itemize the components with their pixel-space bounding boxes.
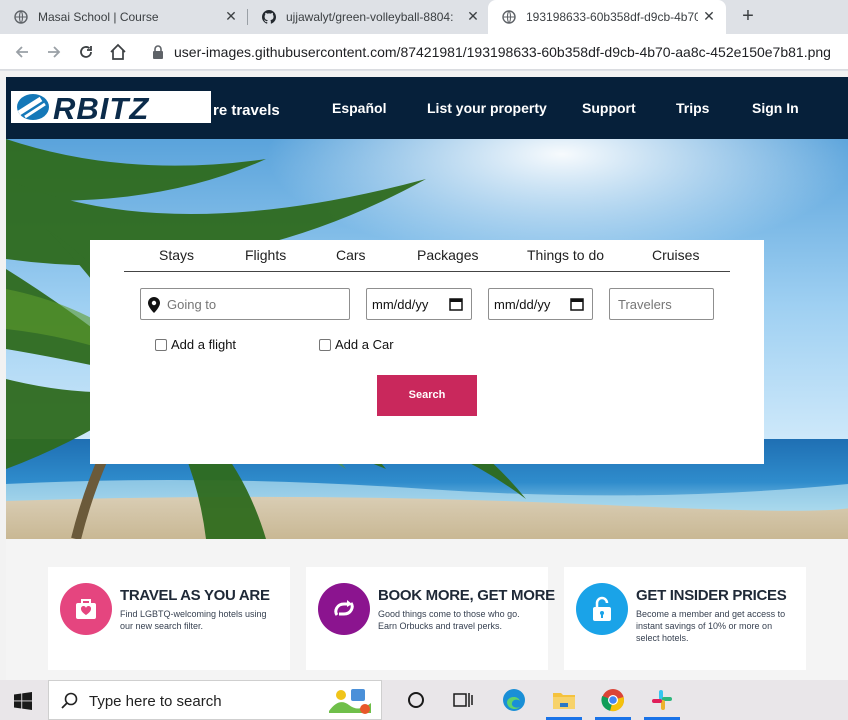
close-tab-icon[interactable]: ✕: [222, 7, 240, 25]
promo-card-insider[interactable]: GET INSIDER PRICES Become a member and g…: [564, 567, 806, 670]
lock-icon[interactable]: [152, 45, 164, 59]
tab-cars[interactable]: Cars: [336, 247, 366, 263]
travelers-placeholder: Travelers: [618, 297, 672, 312]
forward-button[interactable]: [42, 40, 66, 64]
add-car-checkbox[interactable]: Add a Car: [319, 337, 394, 352]
orbitz-logo-graphic: RBITZ: [17, 91, 149, 126]
checkin-date-value: mm/dd/yy: [372, 297, 429, 312]
search-card: Stays Flights Cars Packages Things to do…: [90, 240, 764, 464]
globe-icon: [14, 10, 28, 24]
site-header: RBITZ re travels Español List your prope…: [6, 77, 848, 139]
address-bar[interactable]: user-images.githubusercontent.com/874219…: [142, 39, 848, 65]
tabs-divider: [124, 271, 730, 272]
unlock-icon: [576, 583, 628, 635]
promo-card-travel[interactable]: TRAVEL AS YOU ARE Find LGBTQ-welcoming h…: [48, 567, 290, 670]
taskbar-search-placeholder: Type here to search: [89, 693, 222, 710]
checkbox-box[interactable]: [155, 338, 167, 351]
globe-icon: [502, 10, 516, 24]
checkin-date-input[interactable]: mm/dd/yy: [366, 288, 472, 320]
checkout-date-value: mm/dd/yy: [494, 297, 551, 312]
windows-taskbar: Type here to search: [0, 680, 848, 720]
checkbox-box[interactable]: [319, 338, 331, 351]
new-tab-button[interactable]: +: [738, 6, 758, 26]
page-screenshot: RBITZ re travels Español List your prope…: [6, 77, 848, 680]
tab-title: ujjawalyt/green-volleyball-8804: (: [286, 10, 454, 24]
page-viewport: RBITZ re travels Español List your prope…: [0, 71, 848, 680]
chrome-icon[interactable]: [601, 688, 625, 712]
browser-tab-image[interactable]: 193198633-60b358df-d9cb-4b70- ✕: [488, 0, 726, 34]
home-icon: [110, 43, 126, 60]
taskbar-search-box[interactable]: Type here to search: [48, 680, 382, 720]
search-icon: [61, 692, 78, 709]
file-explorer-icon[interactable]: [552, 688, 576, 712]
add-flight-label: Add a flight: [171, 337, 237, 352]
checkout-date-input[interactable]: mm/dd/yy: [488, 288, 593, 320]
arrow-right-icon: [48, 46, 61, 58]
nav-trips[interactable]: Trips: [676, 100, 709, 116]
add-flight-checkbox[interactable]: Add a flight: [155, 337, 236, 352]
edge-browser-icon[interactable]: [502, 688, 526, 712]
promo-description: Good things come to those who go. Earn O…: [378, 609, 520, 631]
travelers-input[interactable]: Travelers: [609, 288, 714, 320]
promo-description: Find LGBTQ-welcoming hotels using our ne…: [120, 609, 267, 631]
plane-loop-icon: [318, 583, 370, 635]
add-car-label: Add a Car: [335, 337, 394, 352]
reload-icon: [80, 46, 92, 58]
slack-icon[interactable]: [650, 688, 674, 712]
nav-sign-in[interactable]: Sign In: [752, 100, 799, 116]
browser-toolbar: user-images.githubusercontent.com/874219…: [0, 34, 848, 70]
nav-espanol[interactable]: Español: [332, 100, 386, 116]
tab-things-to-do[interactable]: Things to do: [527, 247, 604, 263]
orbitz-logo[interactable]: RBITZ: [11, 91, 211, 126]
task-view-cortana-icon[interactable]: [404, 688, 428, 712]
tab-title: Masai School | Course: [38, 10, 159, 24]
browser-tab-masai[interactable]: Masai School | Course ✕: [0, 0, 246, 34]
promo-title: BOOK MORE, GET MORE: [378, 587, 555, 604]
promo-title: TRAVEL AS YOU ARE: [120, 587, 270, 604]
windows-start-icon[interactable]: [14, 692, 32, 710]
back-button[interactable]: [10, 40, 34, 64]
url-text[interactable]: user-images.githubusercontent.com/874219…: [174, 44, 831, 60]
calendar-icon[interactable]: [570, 297, 584, 311]
browser-tab-github[interactable]: ujjawalyt/green-volleyball-8804: ( ✕: [248, 0, 486, 34]
arrow-left-icon: [15, 46, 28, 58]
tab-cruises[interactable]: Cruises: [652, 247, 699, 263]
going-to-input[interactable]: Going to: [140, 288, 350, 320]
header-tagline: re travels: [213, 102, 280, 119]
task-view-icon[interactable]: [451, 688, 475, 712]
search-button[interactable]: Search: [377, 375, 477, 416]
promo-card-book-more[interactable]: BOOK MORE, GET MORE Good things come to …: [306, 567, 555, 670]
hero-beach-image: Stays Flights Cars Packages Things to do…: [6, 139, 848, 539]
close-tab-icon[interactable]: ✕: [464, 7, 482, 25]
suitcase-heart-icon: [60, 583, 112, 635]
search-highlight-illustration-icon: [329, 689, 371, 714]
tab-flights[interactable]: Flights: [245, 247, 286, 263]
home-button[interactable]: [106, 40, 130, 64]
browser-tabstrip: Masai School | Course ✕ ujjawalyt/green-…: [0, 0, 848, 34]
promo-title: GET INSIDER PRICES: [636, 587, 787, 604]
reload-button[interactable]: [74, 40, 98, 64]
nav-list-property[interactable]: List your property: [427, 100, 547, 116]
location-pin-icon: [148, 297, 160, 313]
svg-text:RBITZ: RBITZ: [53, 91, 149, 123]
going-to-placeholder: Going to: [167, 297, 217, 312]
github-icon: [262, 10, 276, 24]
tab-title: 193198633-60b358df-d9cb-4b70-: [526, 10, 698, 24]
calendar-icon[interactable]: [449, 297, 463, 311]
tab-packages[interactable]: Packages: [417, 247, 478, 263]
promo-description: Become a member and get access to instan…: [636, 609, 786, 643]
nav-support[interactable]: Support: [582, 100, 636, 116]
tab-stays[interactable]: Stays: [159, 247, 194, 263]
close-tab-icon[interactable]: ✕: [700, 7, 718, 25]
